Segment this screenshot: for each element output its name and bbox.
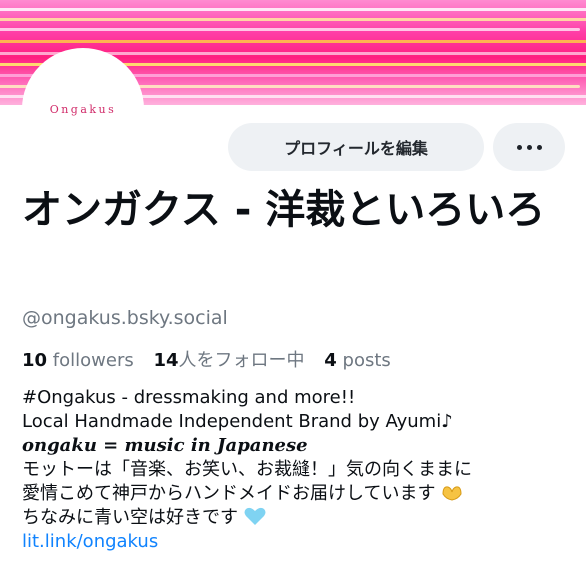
blue-heart-icon <box>244 507 266 525</box>
profile-stats: 10 followers 14人をフォロー中 4 posts <box>22 346 405 372</box>
following-label: 人をフォロー中 <box>178 350 305 371</box>
neon-line <box>0 28 580 31</box>
bio-line: ちなみに青い空は好きです <box>22 507 238 528</box>
followers-link[interactable]: 10 followers <box>22 350 134 371</box>
followers-label: followers <box>52 350 134 371</box>
ellipsis-icon <box>526 144 532 150</box>
following-link[interactable]: 14人をフォロー中 <box>153 350 304 371</box>
posts-count-group: 4 posts <box>324 350 391 371</box>
profile-handle[interactable]: @ongakus.bsky.social <box>22 307 228 329</box>
ellipsis-icon <box>536 144 542 150</box>
more-options-button[interactable] <box>493 123 565 171</box>
bio-line: Local Handmade Independent Brand by Ayum… <box>22 411 453 432</box>
following-count: 14 <box>153 350 179 371</box>
bio-line-wrapper: 愛情こめて神戸からハンドメイドお届けしています <box>22 482 572 506</box>
followers-count: 10 <box>22 350 48 371</box>
profile-link[interactable]: lit.link/ongakus <box>22 530 572 554</box>
edit-profile-button[interactable]: プロフィールを編集 <box>228 123 484 171</box>
posts-label: posts <box>342 350 391 371</box>
display-name: オンガクス - 洋裁といろいろ <box>22 187 546 233</box>
bio-line: #Ongakus - dressmaking and more!! <box>22 387 356 408</box>
ellipsis-icon <box>516 144 522 150</box>
posts-count: 4 <box>324 350 337 371</box>
bio-line: ongaku = music in Japanese <box>22 435 308 456</box>
bio-line-wrapper: ちなみに青い空は好きです <box>22 506 572 530</box>
neon-line <box>0 8 586 11</box>
bio-line: 愛情こめて神戸からハンドメイドお届けしています <box>22 483 436 504</box>
heart-hands-icon <box>442 486 462 501</box>
neon-line <box>0 18 586 21</box>
profile-bio: #Ongakus - dressmaking and more!! Local … <box>22 386 572 554</box>
avatar[interactable]: Ongakus <box>22 48 144 170</box>
bio-line: モットーは「音楽、お笑い、お裁縫！」気の向くままに <box>22 459 472 480</box>
avatar-logo-text: Ongakus <box>49 102 117 116</box>
neon-line <box>0 40 586 43</box>
